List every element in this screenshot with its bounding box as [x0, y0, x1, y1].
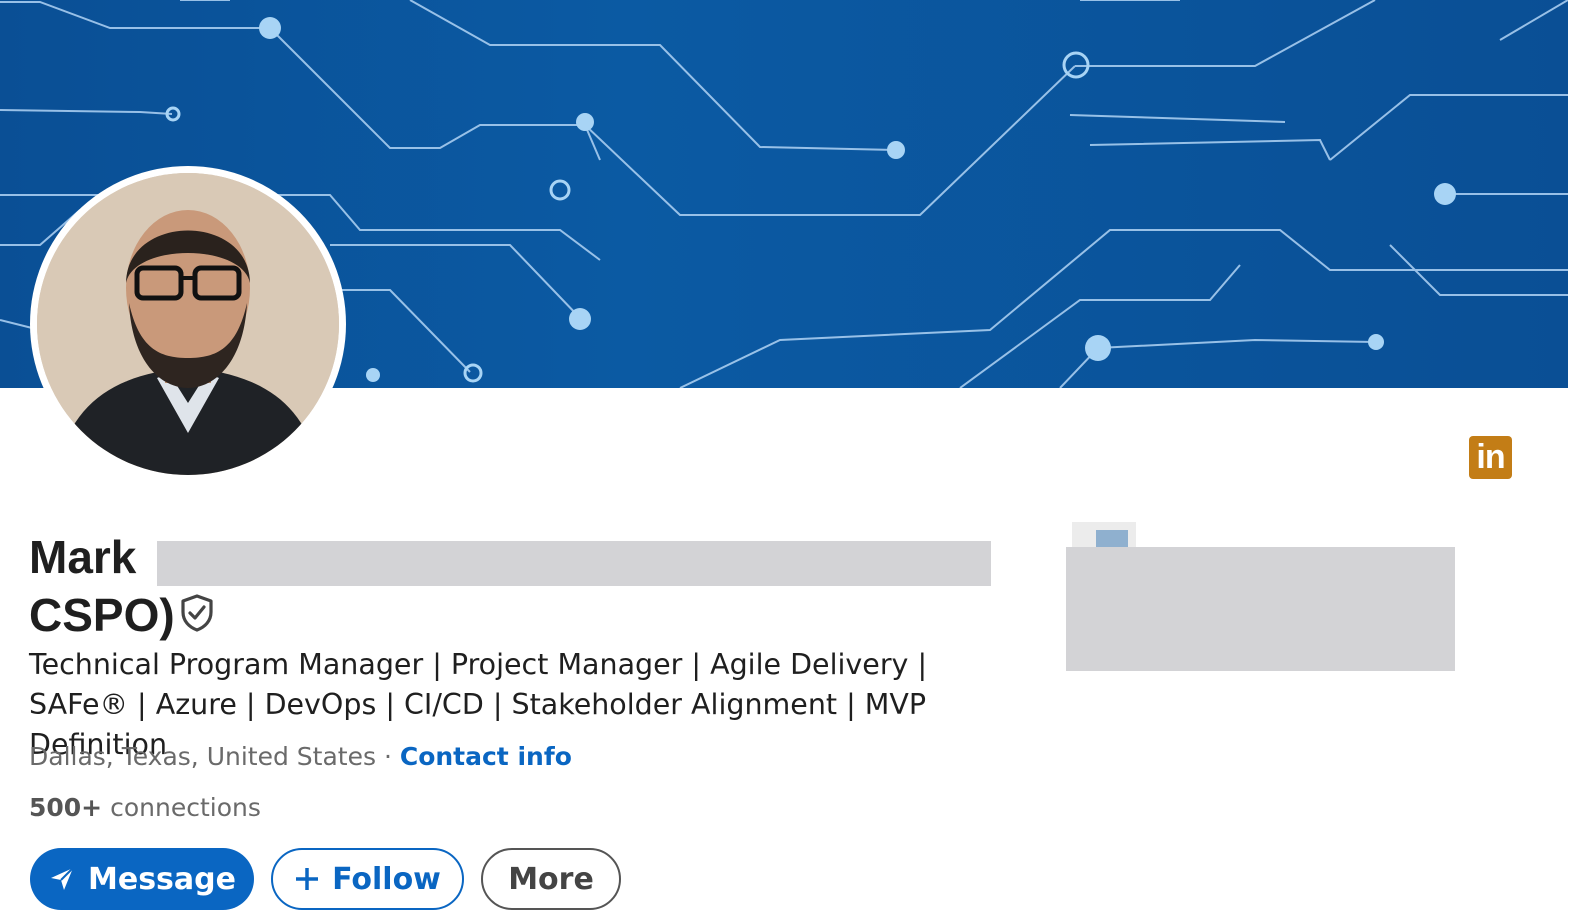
profile-photo-frame[interactable] — [30, 166, 346, 482]
more-label: More — [508, 861, 594, 897]
avatar[interactable] — [37, 173, 339, 475]
more-button[interactable]: More — [481, 848, 621, 910]
profile-photo — [37, 173, 339, 475]
location-line: Dallas, Texas, United States · Contact i… — [29, 740, 572, 774]
shield-check-icon[interactable] — [176, 592, 218, 634]
send-icon — [51, 867, 74, 890]
redaction-bar — [157, 541, 991, 586]
separator: · — [376, 742, 400, 771]
follow-label: Follow — [332, 861, 441, 897]
follow-button[interactable]: Follow — [271, 848, 464, 910]
redaction-box — [1066, 547, 1455, 671]
location-text: Dallas, Texas, United States — [29, 742, 376, 771]
connections-count: 500+ — [29, 793, 103, 822]
contact-info-link[interactable]: Contact info — [400, 742, 572, 771]
message-button[interactable]: Message — [30, 848, 254, 910]
connections-label: connections — [102, 793, 261, 822]
plus-icon — [296, 868, 319, 890]
message-label: Message — [88, 861, 236, 897]
linkedin-icon[interactable]: in — [1469, 436, 1512, 479]
connections-line: 500+ connections — [29, 791, 261, 825]
